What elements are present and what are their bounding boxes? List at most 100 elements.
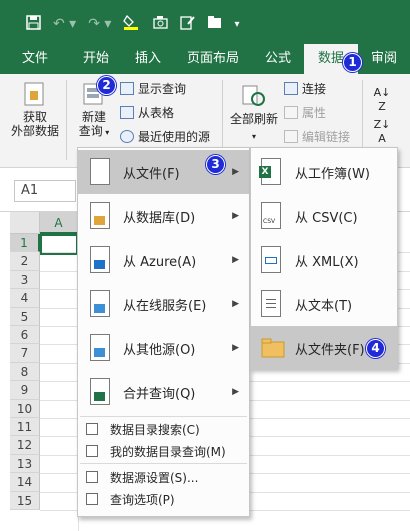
my-catalog-icon bbox=[86, 445, 98, 457]
edit-doc-icon[interactable] bbox=[180, 15, 196, 34]
menu-separator bbox=[80, 463, 247, 464]
recent-sources-label: 最近使用的源 bbox=[138, 130, 211, 144]
file-icon bbox=[90, 158, 110, 185]
submenu-item-text-file[interactable]: 从文本(T) bbox=[251, 282, 397, 326]
quick-access-toolbar: ↶ ▾ ↷ ▾ ▾ bbox=[26, 14, 239, 34]
tab-home[interactable]: 开始 bbox=[70, 44, 122, 74]
submenu-item-label: 从文件夹(F) bbox=[295, 342, 365, 358]
submenu-item-label: 从工作簿(W) bbox=[295, 166, 370, 182]
external-data-icon bbox=[24, 82, 44, 106]
row-header[interactable]: 6 bbox=[10, 326, 40, 345]
catalog-search-icon bbox=[86, 423, 98, 435]
name-box[interactable]: A1 bbox=[14, 180, 76, 202]
camera-icon[interactable] bbox=[153, 15, 169, 34]
sort-az-icon[interactable]: A↓ Z bbox=[370, 86, 394, 114]
submenu-arrow-icon: ▶ bbox=[232, 387, 239, 397]
submenu-arrow-icon: ▶ bbox=[232, 343, 239, 353]
from-table-button[interactable]: 从表格 bbox=[120, 104, 174, 121]
row-header[interactable]: 10 bbox=[10, 399, 40, 418]
row-header[interactable]: 14 bbox=[10, 473, 40, 492]
menu-item-label: 我的数据目录查询(M) bbox=[110, 444, 226, 459]
row-header[interactable]: 4 bbox=[10, 289, 40, 308]
row-header[interactable]: 2 bbox=[10, 252, 40, 271]
step-badge-1: 1 bbox=[343, 53, 362, 72]
from-table-label: 从表格 bbox=[138, 106, 175, 120]
menu-item-file[interactable]: 从文件(F) ▶ bbox=[78, 150, 249, 194]
folder-open-icon[interactable] bbox=[207, 15, 222, 33]
submenu-arrow-icon: ▶ bbox=[232, 167, 239, 177]
ribbon-separator bbox=[66, 80, 67, 160]
row-header[interactable]: 12 bbox=[10, 436, 40, 455]
menu-item-label: 从数据库(D) bbox=[123, 210, 196, 226]
other-source-icon bbox=[90, 334, 110, 361]
row-header[interactable]: 11 bbox=[10, 418, 40, 437]
submenu-arrow-icon: ▶ bbox=[232, 255, 239, 265]
connections-button[interactable]: 连接 bbox=[284, 80, 326, 97]
menu-item-other-source[interactable]: 从其他源(O) ▶ bbox=[78, 326, 249, 370]
row-header[interactable]: 15 bbox=[10, 491, 40, 510]
menu-item-data-source-settings[interactable]: 数据源设置(S)... bbox=[78, 466, 249, 488]
menu-item-my-catalog[interactable]: 我的数据目录查询(M) bbox=[78, 440, 249, 462]
menu-item-query-options[interactable]: 查询选项(P) bbox=[78, 488, 249, 510]
menu-item-database[interactable]: 从数据库(D) ▶ bbox=[78, 194, 249, 238]
fill-color-icon[interactable] bbox=[123, 14, 141, 34]
menu-item-label: 数据源设置(S)... bbox=[110, 470, 199, 485]
menu-item-label: 合并查询(Q) bbox=[123, 386, 196, 402]
sort-icon[interactable]: Z↓ A bbox=[370, 118, 394, 146]
column-header-a[interactable]: A bbox=[40, 212, 78, 234]
folder-icon bbox=[261, 338, 285, 365]
save-icon[interactable] bbox=[26, 14, 41, 34]
menu-item-label: 从文件(F) bbox=[123, 166, 180, 182]
properties-label: 属性 bbox=[302, 106, 327, 120]
tab-formulas[interactable]: 公式 bbox=[252, 44, 304, 74]
menu-item-cloud[interactable]: 从在线服务(E) ▶ bbox=[78, 282, 249, 326]
menu-item-label: 查询选项(P) bbox=[110, 492, 175, 507]
show-queries-icon bbox=[120, 82, 134, 95]
tab-insert[interactable]: 插入 bbox=[122, 44, 174, 74]
tab-file[interactable]: 文件 bbox=[0, 44, 70, 74]
row-header[interactable]: 1 bbox=[10, 234, 40, 253]
row-header[interactable]: 7 bbox=[10, 344, 40, 363]
edit-links-button[interactable]: 编辑链接 bbox=[284, 128, 350, 145]
show-queries-button[interactable]: 显示查询 bbox=[120, 80, 186, 97]
recent-sources-button[interactable]: 最近使用的源 bbox=[120, 128, 210, 145]
cloud-icon bbox=[90, 290, 110, 317]
submenu-item-csv[interactable]: CSV 从 CSV(C) bbox=[251, 194, 397, 238]
undo-icon[interactable]: ↶ ▾ bbox=[53, 16, 76, 32]
xml-icon bbox=[261, 246, 281, 273]
show-queries-label: 显示查询 bbox=[138, 82, 187, 96]
row-header[interactable]: 9 bbox=[10, 381, 40, 400]
submenu-item-label: 从 XML(X) bbox=[295, 254, 359, 270]
menu-item-combine[interactable]: 合并查询(Q) ▶ bbox=[78, 370, 249, 414]
row-header[interactable]: 5 bbox=[10, 307, 40, 326]
tab-page-layout[interactable]: 页面布局 bbox=[174, 44, 252, 74]
tab-review[interactable]: 审阅 bbox=[358, 44, 410, 74]
menu-item-azure[interactable]: 从 Azure(A) ▶ bbox=[78, 238, 249, 282]
submenu-item-label: 从文本(T) bbox=[295, 298, 353, 314]
properties-button[interactable]: 属性 bbox=[284, 104, 326, 121]
row-header[interactable]: 13 bbox=[10, 454, 40, 474]
menu-item-label: 从其他源(O) bbox=[123, 342, 196, 358]
submenu-item-excel-workbook[interactable]: X 从工作簿(W) bbox=[251, 150, 397, 194]
redo-icon[interactable]: ↷ ▾ bbox=[88, 16, 111, 32]
table-icon bbox=[120, 106, 134, 119]
refresh-icon bbox=[242, 85, 265, 106]
row-header[interactable]: 3 bbox=[10, 270, 40, 290]
menu-item-label: 从 Azure(A) bbox=[123, 254, 197, 270]
row-header[interactable]: 8 bbox=[10, 362, 40, 382]
step-badge-2: 2 bbox=[97, 76, 116, 95]
edit-links-icon bbox=[284, 130, 298, 143]
refresh-all-button[interactable]: 全部刷新 ▾ bbox=[228, 82, 280, 144]
new-query-menu: 从文件(F) ▶ 从数据库(D) ▶ 从 Azure(A) ▶ 从在线服务(E) ▶ 从其他源(… bbox=[77, 147, 250, 517]
csv-tag: CSV bbox=[263, 218, 276, 225]
active-cell-a1[interactable] bbox=[40, 234, 78, 255]
submenu-item-label: 从 CSV(C) bbox=[295, 210, 358, 226]
refresh-all-label: 全部刷新 bbox=[229, 112, 278, 126]
submenu-item-xml[interactable]: 从 XML(X) bbox=[251, 238, 397, 282]
get-external-data-button[interactable]: 获取 外部数据 bbox=[10, 82, 60, 138]
select-all-corner[interactable] bbox=[10, 212, 40, 234]
menu-item-catalog-search[interactable]: 数据目录搜索(C) bbox=[78, 418, 249, 440]
customize-qat-icon[interactable]: ▾ bbox=[234, 19, 239, 30]
menu-item-label: 从在线服务(E) bbox=[123, 298, 207, 314]
csv-icon: CSV bbox=[261, 202, 281, 229]
